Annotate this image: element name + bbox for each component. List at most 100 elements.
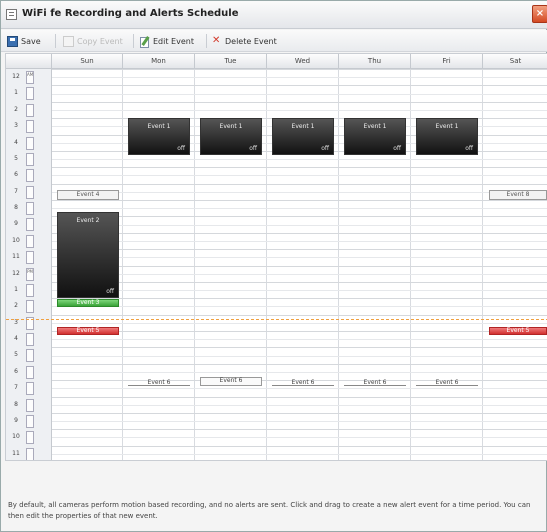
hour-label: 9 bbox=[14, 416, 18, 424]
edit-event-button[interactable]: Edit Event bbox=[139, 33, 194, 49]
hour-label: 10 bbox=[12, 236, 20, 244]
half-hour-gridline bbox=[52, 404, 547, 406]
hour-label: 7 bbox=[14, 187, 18, 195]
half-hour-gridline bbox=[52, 273, 547, 275]
day-header-sun: Sun bbox=[52, 54, 123, 69]
hour-label: 4 bbox=[14, 335, 18, 342]
ampm-marker bbox=[26, 414, 34, 428]
event-block[interactable]: Event 6 bbox=[344, 380, 406, 386]
hour-label: 5 bbox=[14, 154, 18, 162]
ampm-marker bbox=[26, 333, 34, 346]
hour-gridline bbox=[52, 314, 547, 316]
half-hour-gridline bbox=[52, 306, 547, 308]
event-block[interactable]: Event 6 bbox=[128, 380, 190, 386]
event-block[interactable]: Event 3 bbox=[57, 299, 119, 307]
hour-gridline bbox=[52, 200, 547, 201]
day-header-tue: Tue bbox=[195, 54, 267, 69]
event-state: off bbox=[177, 145, 185, 152]
hour-gridline bbox=[52, 281, 547, 283]
event-block[interactable]: Event 1 off bbox=[200, 118, 262, 155]
event-title: Event 1 bbox=[219, 123, 243, 130]
day-header-fri: Fri bbox=[411, 54, 483, 69]
ampm-marker bbox=[26, 365, 34, 379]
edit-event-label: Edit Event bbox=[153, 36, 194, 46]
ampm-marker bbox=[26, 218, 34, 232]
hour-label: 2 bbox=[14, 302, 18, 310]
day-header-wed: Wed bbox=[267, 54, 339, 69]
hour-label: 7 bbox=[14, 384, 18, 392]
hour-label: 12 bbox=[12, 269, 20, 277]
half-hour-gridline bbox=[52, 191, 547, 193]
event-state: off bbox=[321, 145, 329, 152]
ampm-marker bbox=[26, 447, 34, 460]
event-block[interactable]: Event 1 off bbox=[272, 118, 334, 155]
hour-label: 11 bbox=[12, 449, 20, 457]
help-footer: By default, all cameras perform motion b… bbox=[5, 463, 544, 529]
event-block[interactable]: Event 5 bbox=[489, 327, 547, 335]
half-hour-gridline bbox=[52, 290, 547, 292]
copy-event-label: Copy Event bbox=[77, 36, 123, 46]
window-title: WiFi fe Recording and Alerts Schedule bbox=[22, 8, 239, 19]
hour-gridline bbox=[52, 298, 547, 300]
event-block[interactable]: Event 1 off bbox=[416, 118, 478, 155]
hour-gridline bbox=[52, 429, 547, 431]
event-block[interactable]: Event 8 bbox=[489, 190, 547, 200]
half-hour-gridline bbox=[52, 437, 547, 439]
ampm-marker bbox=[26, 300, 34, 314]
ampm-marker bbox=[26, 349, 34, 363]
ampm-marker bbox=[26, 120, 34, 134]
day-header-sat: Sat bbox=[483, 54, 547, 69]
corner-header bbox=[6, 54, 52, 69]
save-label: Save bbox=[21, 36, 41, 46]
delete-event-button[interactable]: ✕ Delete Event bbox=[212, 33, 277, 49]
hour-label: 12 bbox=[12, 73, 20, 80]
save-button[interactable]: Save bbox=[7, 33, 41, 49]
event-block[interactable]: Event 6 bbox=[272, 380, 334, 386]
half-hour-gridline bbox=[52, 240, 547, 242]
half-hour-gridline bbox=[52, 371, 547, 373]
hour-gridline bbox=[52, 331, 547, 332]
half-hour-gridline bbox=[52, 257, 547, 259]
save-icon bbox=[7, 35, 18, 47]
copy-event-button[interactable]: Copy Event bbox=[63, 33, 123, 49]
day-header-thu: Thu bbox=[339, 54, 411, 69]
delete-event-label: Delete Event bbox=[225, 36, 277, 46]
help-text: By default, all cameras perform motion b… bbox=[8, 501, 531, 520]
half-hour-gridline bbox=[52, 159, 547, 161]
hour-gridline bbox=[52, 412, 547, 414]
hour-label: 8 bbox=[14, 204, 18, 211]
hour-gridline bbox=[52, 101, 547, 103]
event-block[interactable]: Event 5 bbox=[57, 327, 119, 335]
toolbar-separator bbox=[55, 34, 56, 48]
ampm-marker: PM bbox=[26, 267, 34, 281]
half-hour-gridline bbox=[52, 109, 547, 111]
close-button[interactable]: × bbox=[532, 5, 547, 23]
event-state: off bbox=[393, 145, 401, 152]
hour-gridline bbox=[52, 85, 547, 87]
half-hour-gridline bbox=[52, 453, 547, 455]
event-block[interactable]: Event 6 bbox=[416, 380, 478, 386]
ampm-marker bbox=[26, 251, 34, 265]
ampm-marker bbox=[26, 431, 34, 445]
half-hour-gridline bbox=[52, 208, 547, 210]
half-hour-gridline bbox=[52, 224, 547, 226]
event-state: off bbox=[106, 288, 114, 295]
hour-label: 11 bbox=[12, 253, 20, 261]
event-block[interactable]: Event 4 bbox=[57, 190, 119, 200]
ampm-marker bbox=[26, 283, 34, 297]
event-block[interactable]: Event 6 bbox=[200, 377, 262, 386]
ampm-marker bbox=[26, 169, 34, 183]
event-block[interactable]: Event 1 off bbox=[344, 118, 406, 155]
hour-label: 10 bbox=[12, 433, 20, 441]
event-title: Event 1 bbox=[147, 123, 171, 130]
event-block[interactable]: Event 2 off bbox=[57, 212, 119, 298]
title-bar: WiFi fe Recording and Alerts Schedule × bbox=[1, 1, 547, 29]
ampm-marker bbox=[26, 136, 34, 150]
schedule-grid[interactable]: Sun Mon Tue Wed Thu Fri Sat 12 AM 1 2 3 4 5 6 7 8… bbox=[5, 53, 547, 461]
ampm-marker bbox=[26, 234, 34, 248]
event-block[interactable]: Event 1 off bbox=[128, 118, 190, 155]
edit-icon bbox=[139, 36, 150, 48]
event-state: off bbox=[465, 145, 473, 152]
half-hour-gridline bbox=[52, 339, 547, 341]
event-title: Event 2 bbox=[76, 217, 100, 224]
